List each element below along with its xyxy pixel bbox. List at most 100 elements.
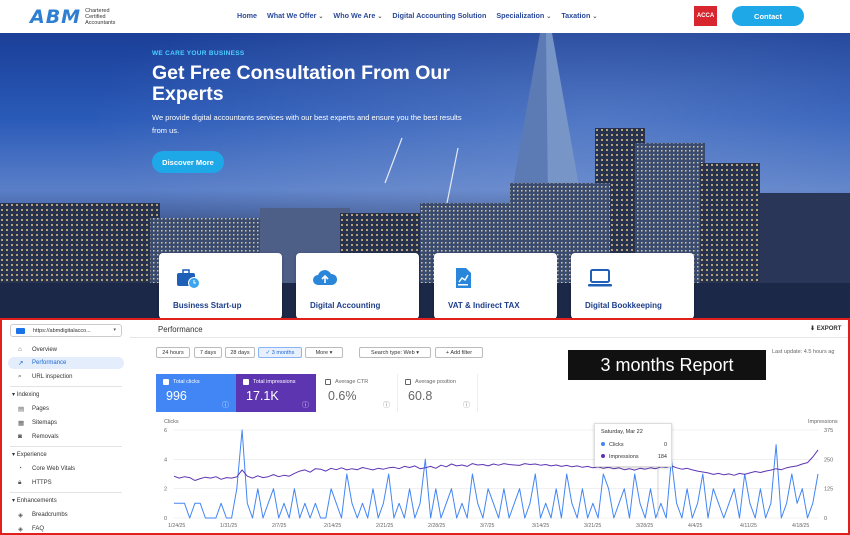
x-tick-label: 3/7/25	[480, 523, 495, 529]
sidebar-section-experience[interactable]: ▾ Experience	[12, 451, 47, 458]
service-card-label: VAT & Indirect TAX	[448, 301, 520, 310]
metric-average-position[interactable]: Average position 60.8 ⓘ	[398, 374, 478, 412]
metric-total-impressions[interactable]: Total impressions 17.1K ⓘ	[236, 374, 316, 412]
home-icon: ⌂	[18, 346, 22, 353]
sidebar-item-performance[interactable]: ↗ Performance	[8, 357, 124, 369]
metric-label: Average CTR	[335, 379, 369, 385]
export-button[interactable]: ⬇ EXPORT	[810, 325, 841, 332]
layers-icon: ◈	[18, 526, 23, 533]
y-right-tick-label: 375	[824, 428, 833, 434]
console-sidebar: https://abmdigitalacco... ▾ ⌂ Overview ↗…	[4, 320, 128, 533]
logo-subtitle: Chartered Certified Accountants	[85, 8, 116, 26]
search-icon: ⌕	[18, 373, 22, 380]
sidebar-item-removals[interactable]: ◙ Removals	[8, 431, 124, 443]
nav-what-we-offer[interactable]: What We Offer ⌄	[267, 11, 323, 20]
x-tick-label: 1/31/25	[220, 523, 237, 529]
sidebar-item-label: Sitemaps	[32, 420, 58, 426]
sidebar-section-indexing[interactable]: ▾ Indexing	[12, 391, 39, 398]
service-card-vat-indirect-tax[interactable]: VAT & Indirect TAX	[434, 253, 557, 319]
metric-label: Total clicks	[173, 379, 200, 385]
acca-badge[interactable]: ACCA	[694, 6, 717, 26]
y-right-tick-label: 250	[824, 457, 833, 463]
x-tick-label: 4/11/25	[740, 523, 757, 529]
sidebar-item-url-inspection[interactable]: ⌕ URL inspection	[8, 371, 124, 383]
chevron-down-icon: ⌄	[546, 14, 552, 20]
date-chip-28-days[interactable]: 28 days	[225, 347, 255, 358]
date-chip-more[interactable]: More ▾	[305, 347, 343, 358]
service-card-label: Business Start-up	[173, 301, 242, 310]
download-icon: ⬇	[810, 326, 817, 332]
sidebar-item-sitemaps[interactable]: ▦ Sitemaps	[8, 417, 124, 429]
x-tick-label: 3/28/25	[636, 523, 653, 529]
sitemap-icon: ▦	[18, 420, 25, 427]
pages-icon: ▤	[18, 406, 25, 413]
sidebar-item-label: Overview	[32, 347, 58, 353]
sidebar-item-label: URL inspection	[32, 374, 73, 380]
date-chip-3-months[interactable]: ✓ 3 months	[258, 347, 302, 358]
x-tick-label: 2/28/25	[428, 523, 445, 529]
x-tick-label: 1/24/25	[168, 523, 185, 529]
tooltip-clicks-value: 0	[663, 442, 667, 448]
logo-mark: ABM	[30, 6, 82, 28]
sidebar-item-label: FAQ	[32, 526, 45, 532]
sidebar-item-breadcrumbs[interactable]: ◈ Breadcrumbs	[8, 509, 124, 521]
nav-taxation[interactable]: Taxation ⌄	[561, 11, 597, 20]
property-icon	[16, 328, 25, 334]
sidebar-section-enhancements[interactable]: ▾ Enhancements	[12, 497, 57, 504]
service-card-label: Digital Accounting	[310, 301, 381, 310]
impressions-series-line	[173, 449, 819, 481]
nav-who-we-are[interactable]: Who We Are ⌄	[333, 11, 382, 20]
sidebar-item-https[interactable]: 🔒︎ HTTPS	[8, 477, 124, 489]
y-right-axis-label: Impressions	[808, 419, 838, 425]
sidebar-item-core-web-vitals[interactable]: ◔ Core Web Vitals	[8, 463, 124, 475]
checkbox-checked-icon	[163, 379, 169, 385]
document-chart-icon	[456, 268, 471, 288]
service-card-digital-accounting[interactable]: Digital Accounting	[296, 253, 419, 319]
y-right-tick-label: 0	[824, 516, 827, 522]
sidebar-item-pages[interactable]: ▤ Pages	[8, 403, 124, 415]
y-left-axis-label: Clicks	[164, 419, 179, 425]
sidebar-item-overview[interactable]: ⌂ Overview	[8, 344, 124, 356]
service-card-business-startup[interactable]: Business Start-up	[159, 253, 282, 319]
search-type-filter[interactable]: Search type: Web ▾	[359, 347, 431, 358]
removals-icon: ◙	[18, 433, 22, 440]
nav-home[interactable]: Home	[237, 11, 257, 20]
x-tick-label: 2/14/25	[324, 523, 341, 529]
checkbox-unchecked-icon	[405, 379, 411, 385]
add-filter-button[interactable]: + Add filter	[435, 347, 483, 358]
site-header: ABM Chartered Certified Accountants Home…	[0, 0, 850, 33]
abm-logo[interactable]: ABM Chartered Certified Accountants	[30, 6, 125, 28]
metric-average-ctr[interactable]: Average CTR 0.6% ⓘ	[318, 374, 398, 412]
metric-label: Total impressions	[253, 379, 296, 385]
performance-chart[interactable]: 6 4 2 0 375 250 125 0 Clicks Impressions 1/24/25 1/…	[130, 414, 846, 533]
date-chip-7-days[interactable]: 7 days	[194, 347, 222, 358]
clicks-legend-dot	[601, 442, 605, 446]
y-left-tick-label: 6	[164, 428, 167, 434]
chevron-down-icon: ⌄	[318, 14, 324, 20]
discover-more-button[interactable]: Discover More	[152, 151, 224, 173]
service-card-digital-bookkeeping[interactable]: Digital Bookkeeping	[571, 253, 694, 319]
property-selector[interactable]: https://abmdigitalacco... ▾	[10, 324, 122, 337]
chart-tooltip: Saturday, Mar 22 Clicks 0 Impressions 18…	[594, 423, 672, 467]
lock-icon: 🔒︎	[18, 479, 22, 486]
sidebar-item-faq[interactable]: ◈ FAQ	[8, 523, 124, 533]
layers-icon: ◈	[18, 512, 23, 519]
chevron-down-icon: ▾	[113, 327, 116, 333]
checkbox-checked-icon	[243, 379, 249, 385]
nav-specialization[interactable]: Specialization ⌄	[496, 11, 551, 20]
laptop-icon	[588, 269, 612, 287]
service-card-label: Digital Bookkeeping	[585, 301, 662, 310]
date-chip-24-hours[interactable]: 24 hours	[156, 347, 190, 358]
contact-button[interactable]: Contact	[732, 6, 804, 26]
page: ABM Chartered Certified Accountants Home…	[0, 0, 850, 535]
search-console-panel: https://abmdigitalacco... ▾ ⌂ Overview ↗…	[0, 318, 850, 535]
tooltip-row-impressions: Impressions 184	[601, 454, 667, 460]
nav-digital-accounting-solution[interactable]: Digital Accounting Solution	[392, 11, 486, 20]
y-left-tick-label: 4	[164, 457, 167, 463]
metric-total-clicks[interactable]: Total clicks 996 ⓘ	[156, 374, 236, 412]
x-tick-label: 4/18/25	[792, 523, 809, 529]
impressions-legend-dot	[601, 454, 605, 458]
metric-value: 996	[166, 389, 187, 403]
sidebar-item-label: Core Web Vitals	[32, 466, 76, 472]
sidebar-divider	[10, 386, 122, 387]
